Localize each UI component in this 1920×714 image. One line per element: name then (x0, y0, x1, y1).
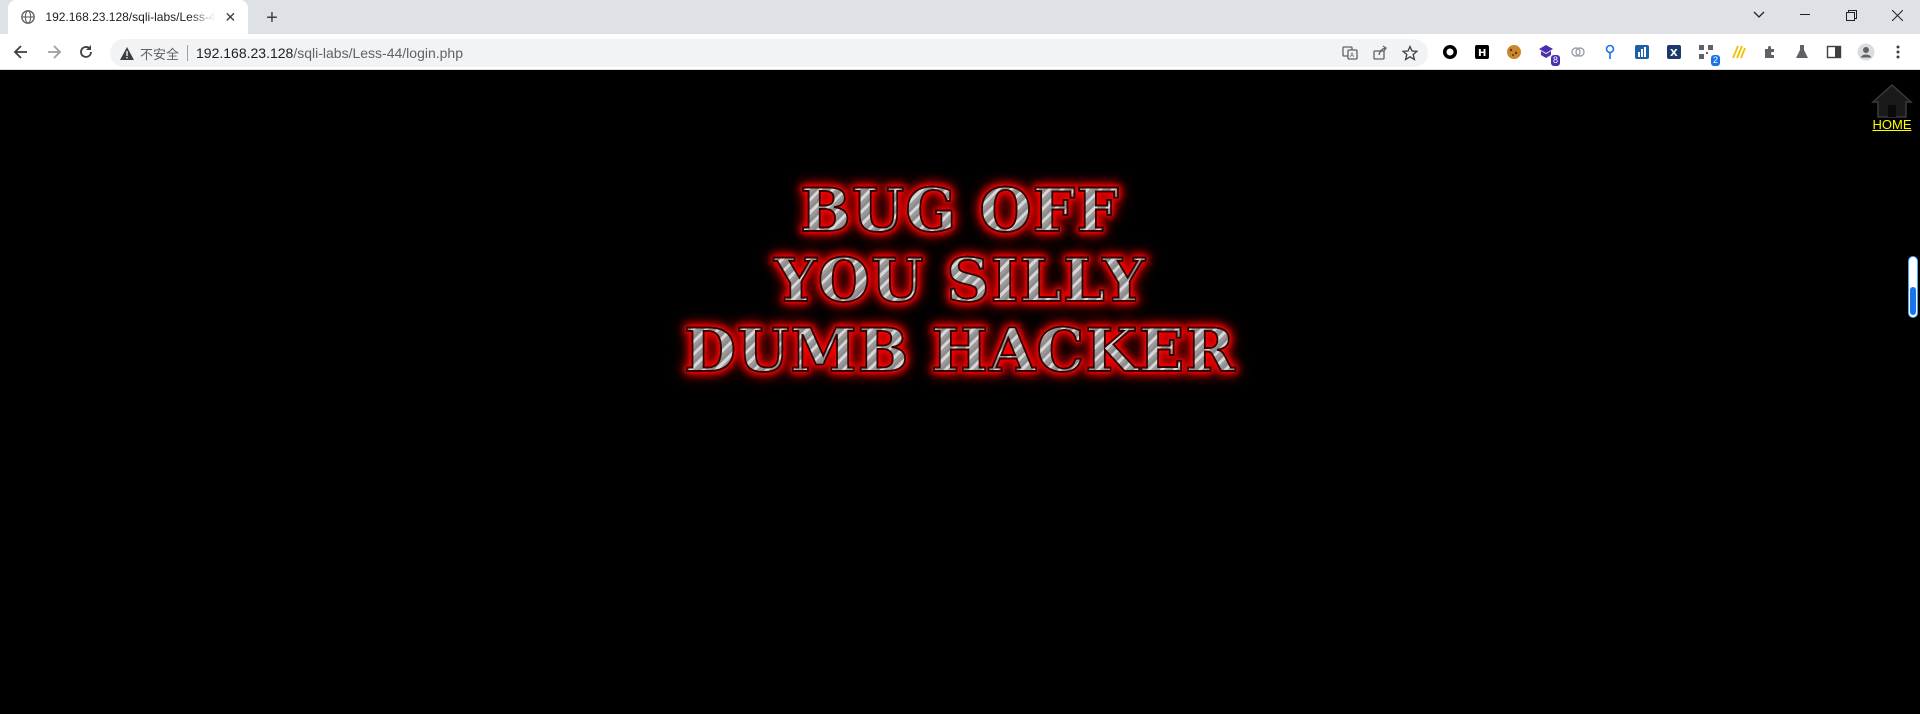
sidebar-ext-icon[interactable] (1824, 42, 1844, 62)
flask-ext-icon[interactable] (1792, 42, 1812, 62)
x-ext-icon[interactable]: X (1664, 42, 1684, 62)
wand-ext-icon[interactable] (1728, 42, 1748, 62)
tab-title: 192.168.23.128/sqli-labs/Less-44/login.p… (45, 10, 215, 24)
warning-icon[interactable] (120, 46, 134, 60)
rings-ext-icon[interactable] (1568, 42, 1588, 62)
minimize-icon[interactable] (1782, 0, 1828, 30)
scroll-handle[interactable] (1908, 256, 1918, 318)
cookie-ext-icon[interactable] (1504, 42, 1524, 62)
chart-ext-icon[interactable] (1632, 42, 1652, 62)
headline-line-1: BUG OFF (0, 175, 1920, 247)
hackbar-ext-icon[interactable]: H (1472, 42, 1492, 62)
window-close-icon[interactable] (1874, 0, 1920, 30)
browser-tab[interactable]: 192.168.23.128/sqli-labs/Less-44/login.p… (8, 0, 248, 34)
profile-ext-icon[interactable] (1856, 42, 1876, 62)
url-path: /sqli-labs/Less-44/login.php (293, 45, 463, 61)
url-host: 192.168.23.128 (196, 45, 294, 61)
chevron-down-icon[interactable] (1736, 0, 1782, 30)
back-arrow-icon[interactable] (9, 40, 33, 64)
warning-headline: BUG OFF YOU SILLY DUMB HACKER (0, 175, 1920, 387)
extension-badge: 2 (1710, 55, 1720, 66)
restore-icon[interactable] (1828, 0, 1874, 30)
new-tab-button[interactable]: + (260, 6, 284, 30)
share-icon[interactable] (1370, 43, 1390, 63)
svg-text:H: H (1478, 48, 1486, 59)
puzzle-ext-icon[interactable] (1760, 42, 1780, 62)
separator (187, 45, 189, 61)
headline-line-2: YOU SILLY (0, 245, 1920, 317)
shield-ext-icon[interactable]: 8 (1536, 42, 1560, 66)
home-link[interactable]: HOME (1868, 83, 1916, 132)
svg-text:X: X (1670, 48, 1678, 59)
qr-ext-icon[interactable]: 2 (1696, 42, 1720, 66)
close-icon[interactable]: ✕ (223, 9, 238, 25)
more-menu-icon[interactable] (1888, 42, 1908, 62)
extension-badge: 8 (1550, 55, 1560, 66)
security-label[interactable]: 不安全 (140, 44, 179, 63)
home-label[interactable]: HOME (1873, 117, 1912, 132)
reload-icon[interactable] (74, 40, 98, 64)
circle-ext-icon[interactable] (1440, 42, 1460, 62)
scroll-thumb[interactable] (1910, 287, 1916, 315)
headline-line-3: DUMB HACKER (0, 315, 1920, 387)
home-icon (1871, 83, 1913, 118)
globe-icon (20, 9, 35, 25)
address-bar[interactable]: 不安全 192.168.23.128/sqli-labs/Less-44/log… (110, 39, 1428, 67)
page-content: HOME BUG OFF YOU SILLY DUMB HACKER (0, 71, 1920, 714)
forward-arrow-icon[interactable] (42, 40, 66, 64)
tab-strip: 192.168.23.128/sqli-labs/Less-44/login.p… (0, 0, 1920, 34)
translate-icon[interactable]: A (1340, 43, 1360, 63)
key-ext-icon[interactable] (1600, 42, 1620, 62)
star-icon[interactable] (1400, 43, 1420, 63)
